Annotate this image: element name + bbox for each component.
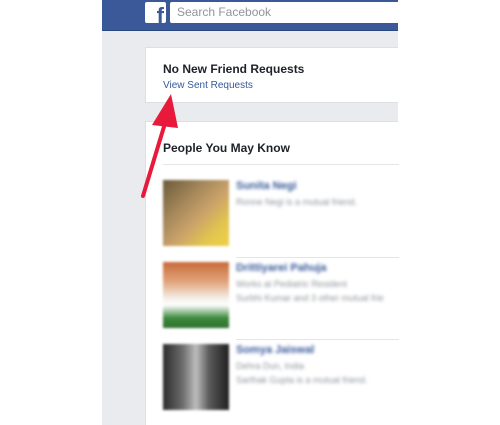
search-input[interactable]: Search Facebook [170,2,398,23]
facebook-logo-icon[interactable]: f [145,2,166,23]
people-you-may-know-title: People You May Know [163,141,290,155]
top-navigation-bar: f Search Facebook [102,0,398,31]
person-mutual-info: Sarthak Gupta is a mutual friend. [236,375,368,385]
person-name[interactable]: Drittiyarei Pahuja [236,262,326,274]
person-location-info: Dehra Dun, India [236,361,305,371]
person-suggestion: Drittiyarei Pahuja Works at Pediatric Re… [163,262,399,340]
profile-photo[interactable] [163,180,229,246]
friend-requests-card: No New Friend Requests View Sent Request… [145,47,398,103]
person-name[interactable]: Sunita Negi [236,180,297,192]
person-mutual-info: Ronne Negi is a mutual friend. [236,197,358,207]
profile-photo[interactable] [163,344,229,410]
person-work-info: Works at Pediatric Resident [236,279,347,289]
view-sent-requests-link[interactable]: View Sent Requests [163,80,253,91]
friend-requests-title: No New Friend Requests [163,62,305,76]
people-you-may-know-card: People You May Know Sunita Negi Ronne Ne… [145,121,399,425]
divider [236,257,399,258]
person-mutual-info: Surbhi Kumar and 3 other mutual frie [236,293,384,303]
divider [163,164,399,165]
person-suggestion: Somya Jaiswal Dehra Dun, India Sarthak G… [163,344,399,410]
person-name[interactable]: Somya Jaiswal [236,344,314,356]
divider [236,339,399,340]
facebook-logo-letter: f [156,3,164,24]
profile-photo[interactable] [163,262,229,328]
person-suggestion: Sunita Negi Ronne Negi is a mutual frien… [163,180,399,258]
